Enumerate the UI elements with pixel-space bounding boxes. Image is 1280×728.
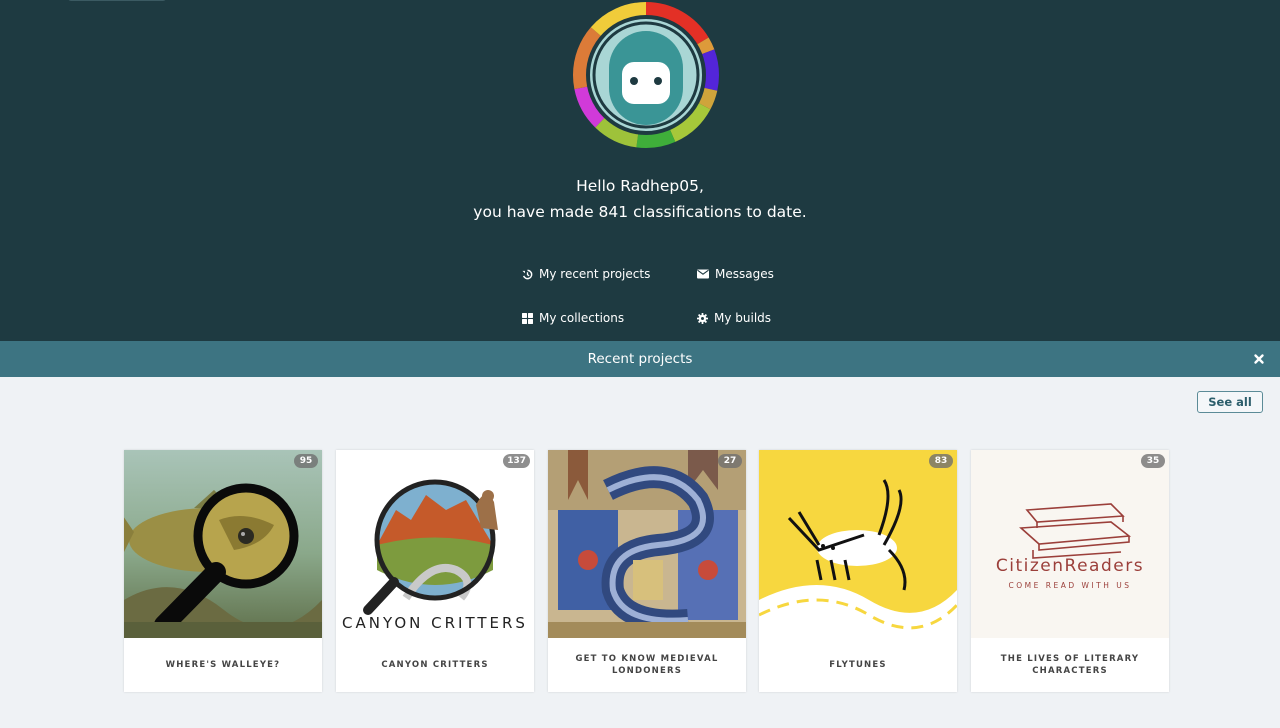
greeting: Hello Radhep05, you have made 841 classi… [0,173,1280,225]
project-title: FLYTUNES [829,660,887,670]
project-image-canyon-critters: CANYON CRITTERS [336,450,534,638]
recent-projects-title: Recent projects [587,351,693,367]
my-recent-projects-link[interactable]: My recent projects [522,267,650,281]
recent-projects-banner: Recent projects [0,341,1280,377]
project-card-literary-characters[interactable]: CitizenReaders COME READ WITH US 35 THE … [971,450,1169,692]
grid-icon [522,312,533,324]
user-avatar [573,2,719,148]
messages-link[interactable]: Messages [697,267,774,281]
see-all-button[interactable]: See all [1197,391,1263,413]
close-icon[interactable] [1252,352,1266,366]
project-card-wheres-walleye[interactable]: 95 WHERE'S WALLEYE? [124,450,322,692]
classification-count-badge: 27 [718,454,742,468]
user-hero: Hello Radhep05, you have made 841 classi… [0,0,1280,341]
gear-icon [697,312,708,324]
classification-count-badge: 83 [929,454,953,468]
classification-count-badge: 137 [503,454,530,468]
envelope-icon [697,269,709,279]
project-card-medieval-londoners[interactable]: 27 GET TO KNOW MEDIEVAL LONDONERS [548,450,746,692]
classification-count-badge: 35 [1141,454,1165,468]
my-collections-link[interactable]: My collections [522,311,624,325]
my-builds-link[interactable]: My builds [697,311,771,325]
citizen-readers-tagline: COME READ WITH US [1009,581,1132,590]
project-image-citizen-readers: CitizenReaders COME READ WITH US [971,450,1169,638]
top-tab[interactable] [68,0,166,1]
project-image-medieval-londoners [548,450,746,638]
my-builds-label: My builds [714,311,772,325]
history-icon [522,269,533,279]
greeting-line-1: Hello Radhep05, [576,177,704,195]
project-image-flytunes [759,450,957,638]
project-title: WHERE'S WALLEYE? [165,660,281,670]
classification-count-badge: 95 [294,454,318,468]
my-collections-label: My collections [539,311,625,325]
my-recent-projects-label: My recent projects [539,267,651,281]
citizen-readers-logo-text: CitizenReaders [996,556,1144,576]
project-image-walleye [124,450,322,638]
messages-label: Messages [715,267,774,281]
project-card-canyon-critters[interactable]: CANYON CRITTERS 137 CANYON CRITTERS [336,450,534,692]
canyon-critters-logo-text: CANYON CRITTERS [342,614,528,632]
classification-count-text: you have made 841 classifications to dat… [473,203,807,221]
project-title: CANYON CRITTERS [381,660,489,670]
project-card-flytunes[interactable]: 83 FLYTUNES [759,450,957,692]
project-title: THE LIVES OF LITERARY CHARACTERS [1000,654,1140,676]
project-title: GET TO KNOW MEDIEVAL LONDONERS [575,654,719,676]
